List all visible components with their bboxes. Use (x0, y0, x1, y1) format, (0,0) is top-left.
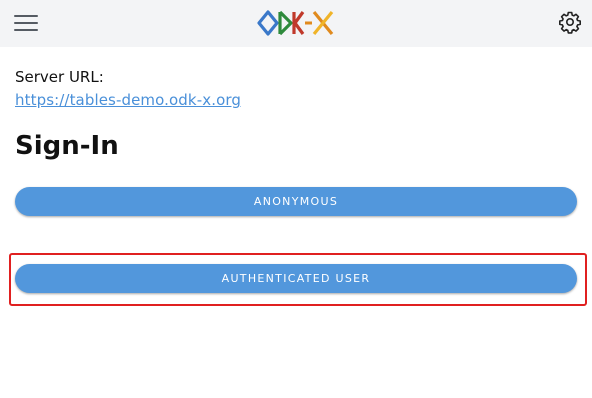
gear-center (566, 18, 575, 27)
gear-icon[interactable] (558, 10, 582, 34)
server-url-label: Server URL: (15, 68, 104, 86)
server-url-link[interactable]: https://tables-demo.odk-x.org (15, 91, 241, 109)
hamburger-menu-icon[interactable] (14, 11, 42, 35)
menu-line (14, 29, 38, 31)
page-title: Sign-In (15, 131, 119, 161)
logo-d-shape (278, 10, 293, 36)
gear-outline (559, 11, 581, 34)
app-bar (0, 0, 592, 47)
anonymous-button[interactable]: ANONYMOUS (15, 187, 577, 216)
logo-k-shape (292, 11, 305, 35)
authenticated-user-button[interactable]: AUTHENTICATED USER (15, 264, 577, 293)
odk-x-logo (257, 10, 334, 36)
menu-line (14, 15, 38, 17)
menu-line (14, 22, 38, 24)
logo-o-shape (257, 10, 279, 36)
